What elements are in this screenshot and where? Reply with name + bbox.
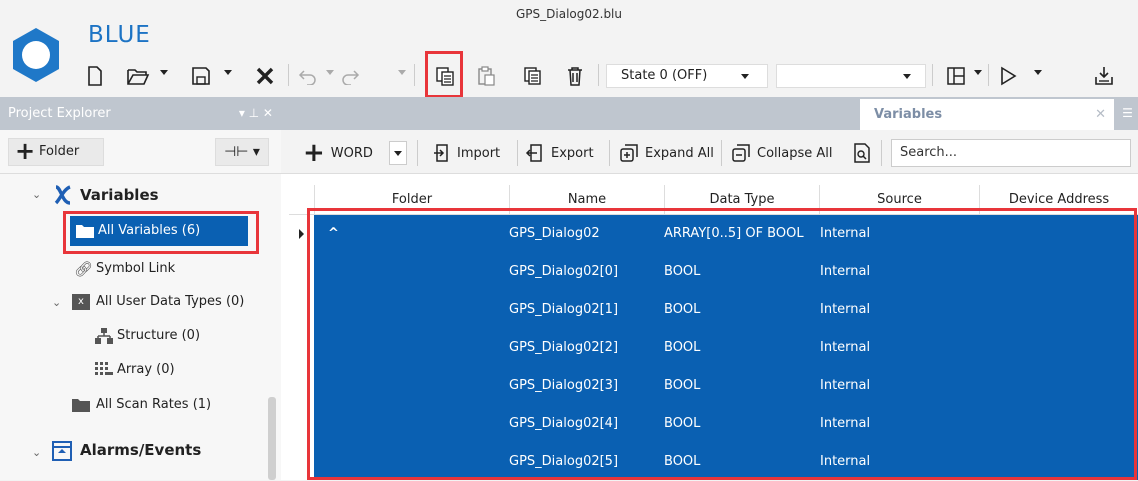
panel-options-icon[interactable]: ▾ ⊥ ✕ bbox=[239, 97, 273, 130]
toolbar-separator bbox=[932, 64, 933, 86]
collapse-all-button[interactable]: Collapse All bbox=[731, 138, 833, 168]
copy-highlight-box bbox=[425, 51, 463, 98]
state-dropdown[interactable]: State 0 (OFF) bbox=[606, 64, 768, 88]
project-explorer-panel: Project Explorer ▾ ⊥ ✕ + Folder ⊣⊢ ▾ ⌄ V… bbox=[0, 97, 281, 480]
add-folder-label: Folder bbox=[39, 144, 80, 159]
toolbar-separator bbox=[414, 64, 415, 86]
state-value: State 0 (OFF) bbox=[621, 68, 708, 83]
alarms-icon bbox=[52, 441, 72, 461]
toolbar-separator bbox=[517, 140, 518, 166]
expand-all-button[interactable]: Expand All bbox=[619, 138, 714, 168]
add-variable-type: WORD bbox=[330, 145, 373, 161]
toolbar-separator bbox=[988, 64, 989, 86]
all-variables-highlight-box bbox=[63, 211, 259, 254]
tab-strip: Variables ✕ ☰ bbox=[281, 97, 1138, 130]
duplicate-icon[interactable] bbox=[520, 60, 546, 92]
delete-x-icon[interactable] bbox=[252, 60, 278, 92]
tab-label: Variables bbox=[874, 107, 943, 122]
add-type-dropdown[interactable] bbox=[389, 141, 407, 165]
tree-item-user-data-types[interactable]: All User Data Types (0) bbox=[96, 294, 244, 309]
toolbar-separator bbox=[417, 140, 418, 166]
collapse-all-label: Collapse All bbox=[757, 145, 833, 161]
open-dropdown-caret[interactable] bbox=[160, 70, 168, 75]
download-icon[interactable] bbox=[1090, 60, 1118, 92]
chevron-down-icon bbox=[394, 151, 402, 156]
pin-button[interactable]: ⊣⊢ ▾ bbox=[215, 138, 269, 166]
chevron-down-icon bbox=[741, 74, 749, 79]
user-types-icon: x bbox=[72, 294, 90, 310]
layout-dropdown-caret[interactable] bbox=[974, 70, 982, 75]
variables-x-icon bbox=[54, 185, 71, 205]
toolbar-separator bbox=[881, 140, 882, 166]
export-button[interactable]: Export bbox=[525, 138, 594, 168]
add-folder-button[interactable]: + Folder bbox=[8, 138, 104, 166]
play-icon[interactable] bbox=[996, 60, 1020, 92]
chevron-down-icon[interactable]: ⌄ bbox=[32, 188, 41, 201]
variables-grid: Folder Name Data Type Source Device Addr… bbox=[289, 177, 1138, 480]
tree-item-structure[interactable]: Structure (0) bbox=[117, 328, 200, 343]
undo-icon[interactable] bbox=[296, 60, 320, 92]
chevron-down-icon bbox=[903, 74, 911, 79]
import-button[interactable]: Import bbox=[433, 138, 500, 168]
array-icon bbox=[95, 362, 113, 375]
redo-dropdown-caret[interactable] bbox=[398, 70, 406, 75]
expand-all-icon bbox=[620, 144, 638, 162]
toolbar-separator bbox=[721, 140, 722, 166]
variables-pane: Variables ✕ ☰ + WORD Import Export Expan… bbox=[281, 97, 1138, 480]
export-label: Export bbox=[551, 145, 594, 161]
rows-highlight-box bbox=[307, 208, 1137, 480]
tree-item-variables[interactable]: Variables bbox=[80, 186, 159, 204]
toolbar-separator bbox=[609, 140, 610, 166]
import-icon bbox=[434, 144, 448, 162]
tab-menu-icon[interactable]: ☰ bbox=[1117, 97, 1138, 130]
paste-icon[interactable] bbox=[474, 60, 498, 92]
chevron-down-icon[interactable]: ⌄ bbox=[52, 296, 61, 309]
window-title: GPS_Dialog02.blu bbox=[515, 7, 622, 21]
undo-dropdown-caret[interactable] bbox=[326, 70, 334, 75]
app-logo-icon bbox=[13, 28, 59, 82]
expand-all-label: Expand All bbox=[645, 145, 714, 161]
trash-icon[interactable] bbox=[564, 60, 586, 92]
secondary-dropdown[interactable] bbox=[776, 64, 926, 88]
toolbar-separator bbox=[288, 64, 289, 86]
import-label: Import bbox=[457, 145, 501, 161]
tree-item-symbol-link[interactable]: Symbol Link bbox=[96, 261, 175, 276]
save-dropdown-caret[interactable] bbox=[224, 70, 232, 75]
new-file-icon[interactable] bbox=[84, 60, 106, 92]
current-row-indicator-icon bbox=[299, 229, 304, 239]
collapse-all-icon bbox=[732, 144, 750, 162]
find-button[interactable] bbox=[853, 138, 871, 168]
close-icon[interactable]: ✕ bbox=[1095, 99, 1106, 130]
explorer-header: Project Explorer ▾ ⊥ ✕ bbox=[0, 97, 281, 130]
chevron-down-icon[interactable]: ⌄ bbox=[32, 446, 41, 459]
project-tree: ⌄ Variables All Variables (6) 🔗︎ Symbol … bbox=[0, 174, 268, 480]
tree-item-array[interactable]: Array (0) bbox=[117, 362, 175, 377]
title-bar: GPS_Dialog02.blu BLUE State 0 (OFF) bbox=[0, 0, 1138, 98]
plus-icon: + bbox=[303, 138, 325, 168]
play-dropdown-caret[interactable] bbox=[1034, 70, 1042, 75]
plus-icon: + bbox=[15, 137, 36, 165]
tree-item-scan-rates[interactable]: All Scan Rates (1) bbox=[96, 397, 211, 412]
toolbar-separator bbox=[598, 64, 599, 86]
find-document-icon bbox=[854, 143, 870, 163]
export-icon bbox=[525, 144, 542, 162]
tree-item-alarms-events[interactable]: Alarms/Events bbox=[80, 441, 201, 459]
link-icon: 🔗︎ bbox=[74, 260, 94, 278]
layout-icon[interactable] bbox=[944, 60, 968, 92]
explorer-toolbar: + Folder ⊣⊢ ▾ bbox=[0, 130, 281, 174]
add-variable-button[interactable]: + WORD bbox=[303, 138, 373, 168]
folder-icon bbox=[72, 399, 90, 412]
explorer-title: Project Explorer bbox=[8, 106, 111, 121]
app-name: BLUE bbox=[88, 22, 151, 48]
structure-icon bbox=[95, 328, 113, 344]
variables-toolbar: + WORD Import Export Expand All Collapse… bbox=[281, 130, 1138, 174]
redo-icon[interactable] bbox=[338, 60, 362, 92]
save-icon[interactable] bbox=[188, 60, 214, 92]
search-input[interactable]: Search... bbox=[891, 139, 1131, 167]
open-folder-icon[interactable] bbox=[124, 60, 152, 92]
tab-variables[interactable]: Variables ✕ bbox=[860, 99, 1114, 130]
tree-scrollbar[interactable] bbox=[268, 397, 276, 480]
